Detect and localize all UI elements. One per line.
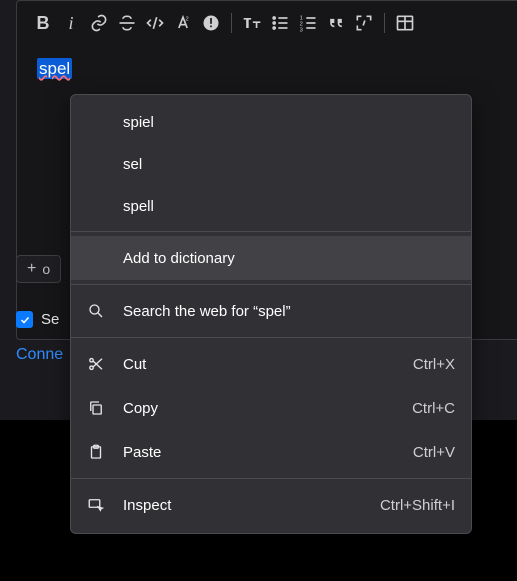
text-size-icon [241, 13, 263, 33]
alert-circle-icon [201, 13, 221, 33]
quote-button[interactable] [324, 11, 348, 35]
editor-toolbar: B i 2 123 [17, 1, 517, 43]
strikethrough-button[interactable] [115, 11, 139, 35]
menu-divider [71, 337, 471, 338]
shortcut-text: Ctrl+V [413, 444, 455, 461]
menu-divider [71, 478, 471, 479]
add-to-dictionary-item[interactable]: Add to dictionary [71, 236, 471, 280]
add-chip-label: o [42, 261, 50, 277]
search-web-item[interactable]: Search the web for “spel” [71, 289, 471, 333]
menu-divider [71, 231, 471, 232]
inspect-icon [87, 496, 105, 514]
link-button[interactable] [87, 11, 111, 35]
checkbox-label: Se [41, 311, 59, 328]
paste-item[interactable]: Paste Ctrl+V [71, 430, 471, 474]
shortcut-text: Ctrl+X [413, 356, 455, 373]
spelling-suggestion[interactable]: sel [71, 143, 471, 185]
spelling-suggestion[interactable]: spiel [71, 101, 471, 143]
numbered-list-icon: 123 [298, 13, 318, 33]
text-size-button[interactable] [240, 11, 264, 35]
add-chip-button[interactable]: + o [16, 255, 61, 283]
more-button[interactable] [199, 11, 223, 35]
check-icon [19, 314, 31, 326]
shortcut-text: Ctrl+Shift+I [380, 497, 455, 514]
plus-icon: + [27, 261, 36, 277]
inspect-item[interactable]: Inspect Ctrl+Shift+I [71, 483, 471, 527]
shortcut-text: Ctrl+C [412, 400, 455, 417]
scissors-icon [87, 355, 105, 373]
menu-divider [71, 284, 471, 285]
cut-item[interactable]: Cut Ctrl+X [71, 342, 471, 386]
toolbar-separator [384, 13, 385, 33]
strikethrough-icon [117, 13, 137, 33]
clipboard-icon [87, 443, 105, 461]
link-icon [89, 13, 109, 33]
bold-button[interactable]: B [31, 11, 55, 35]
svg-text:2: 2 [186, 17, 189, 23]
copy-icon [87, 399, 105, 417]
svg-text:3: 3 [300, 27, 303, 33]
spelling-suggestion[interactable]: spell [71, 185, 471, 227]
bullet-list-button[interactable] [268, 11, 292, 35]
checkbox[interactable] [16, 311, 33, 328]
numbered-list-button[interactable]: 123 [296, 11, 320, 35]
quote-icon [326, 13, 346, 33]
italic-button[interactable]: i [59, 11, 83, 35]
table-icon [395, 13, 415, 33]
context-menu: spiel sel spell Add to dictionary Search… [70, 94, 472, 534]
code-button[interactable] [143, 11, 167, 35]
search-icon [87, 302, 105, 320]
code-icon [145, 13, 165, 33]
bullet-list-icon [270, 13, 290, 33]
code-block-button[interactable] [352, 11, 376, 35]
table-button[interactable] [393, 11, 417, 35]
code-block-icon [354, 13, 374, 33]
toolbar-separator [231, 13, 232, 33]
copy-item[interactable]: Copy Ctrl+C [71, 386, 471, 430]
font-color-icon: 2 [173, 13, 193, 33]
misspelled-word[interactable]: spel [37, 58, 72, 79]
font-color-button[interactable]: 2 [171, 11, 195, 35]
